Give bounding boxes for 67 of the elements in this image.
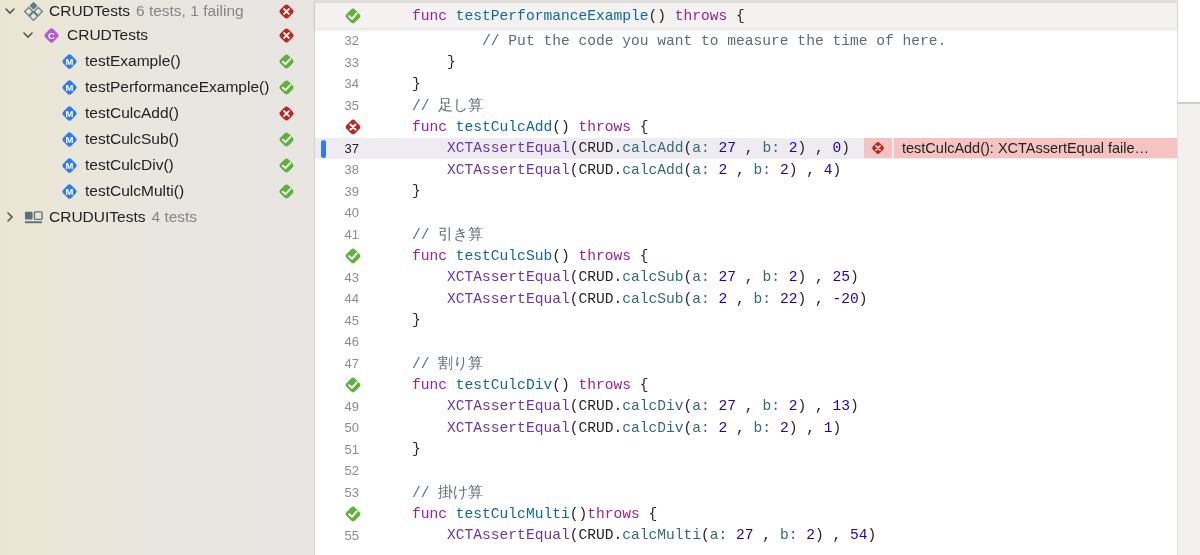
code-line: // 掛け算 (411, 483, 484, 502)
line-number: 44 (344, 291, 359, 307)
code-line: func testCulcAdd() throws { (411, 118, 649, 135)
method-icon: M (60, 77, 79, 97)
current-line-marker (321, 139, 326, 158)
code-line: func testPerformanceExample() throws { (411, 7, 745, 24)
code-line: XCTAssertEqual(CRUD.calcAdd(a: 27 , b: 2) , 0) (446, 140, 850, 157)
code-line: XCTAssertEqual(CRUD.calcSub(a: 27 , b: 2) , 25) (446, 269, 859, 286)
line-number: 50 (344, 420, 359, 436)
code-line: // 足し算 (411, 96, 484, 115)
line-number: 46 (344, 334, 359, 350)
code-line: func testCulcSub() throws { (411, 247, 649, 264)
code-line: } (411, 183, 421, 200)
test-name[interactable]: testExample() (85, 52, 181, 70)
chevron-down-icon[interactable] (22, 29, 34, 41)
chevron-down-icon[interactable] (4, 5, 16, 17)
code-line: // 引き算 (411, 225, 484, 244)
chevron-right-icon[interactable] (4, 211, 16, 223)
method-icon: M (60, 181, 79, 201)
line-number: 37 (344, 140, 359, 156)
code-line: func testCulcMulti()throws { (411, 505, 658, 522)
test-name[interactable]: testCulcMulti() (85, 182, 185, 200)
code-line: XCTAssertEqual(CRUD.calcDiv(a: 27 , b: 2) , 13) (446, 398, 859, 415)
code-line: XCTAssertEqual(CRUD.calcAdd(a: 2 , b: 2) , 4) (446, 161, 842, 178)
line-number: 47 (344, 355, 359, 371)
line-number: 49 (344, 398, 359, 414)
diamonds-icon (24, 1, 43, 21)
error-message[interactable]: testCulcAdd(): XCTAssertEqual faile… (894, 138, 1177, 159)
line-number: 41 (344, 226, 359, 242)
test-count: 6 tests, 1 failing (135, 2, 244, 20)
line-number: 55 (344, 527, 359, 543)
line-number: 33 (344, 54, 359, 70)
method-icon: M (60, 129, 79, 149)
line-number: 39 (344, 183, 359, 199)
test-name[interactable]: testCulcSub() (85, 130, 179, 148)
test-name[interactable]: CRUDUITests (49, 208, 146, 226)
test-count: 4 tests (151, 208, 198, 226)
error-marker[interactable] (864, 138, 892, 159)
line-number: 51 (344, 441, 359, 457)
code-line: } (411, 75, 421, 92)
test-name[interactable]: testCulcDiv() (85, 156, 174, 174)
test-name[interactable]: testCulcAdd() (85, 104, 179, 122)
line-number: 40 (344, 205, 359, 221)
line-number: 53 (344, 484, 359, 500)
method-icon: M (60, 155, 79, 175)
code-line: XCTAssertEqual(CRUD.calcSub(a: 2 , b: 22) , -20) (446, 290, 868, 307)
method-icon: M (60, 103, 79, 123)
code-line: } (411, 441, 421, 458)
code-line: } (411, 312, 421, 329)
test-name[interactable]: testPerformanceExample() (85, 78, 270, 96)
line-number: 45 (344, 312, 359, 328)
line-number: 38 (344, 162, 359, 178)
test-name[interactable]: CRUDTests (49, 2, 130, 20)
method-icon: M (60, 51, 79, 71)
code-line: func testCulcDiv() throws { (411, 376, 649, 393)
test-name[interactable]: CRUDTests (67, 26, 148, 44)
line-number: 52 (344, 463, 359, 479)
code-line: XCTAssertEqual(CRUD.calcMulti(a: 27 , b: 2) , 54) (446, 527, 877, 544)
line-number: 43 (344, 269, 359, 285)
line-number: 34 (344, 76, 359, 92)
code-line: // 割り算 (411, 354, 484, 373)
code-line: XCTAssertEqual(CRUD.calcDiv(a: 2 , b: 2) , 1) (446, 419, 842, 436)
code-line: // Put the code you want to measure the time of here. (481, 32, 947, 49)
line-number: 35 (344, 97, 359, 113)
class-icon: C (42, 25, 61, 45)
code-line: } (446, 54, 456, 71)
line-number: 32 (344, 33, 359, 49)
